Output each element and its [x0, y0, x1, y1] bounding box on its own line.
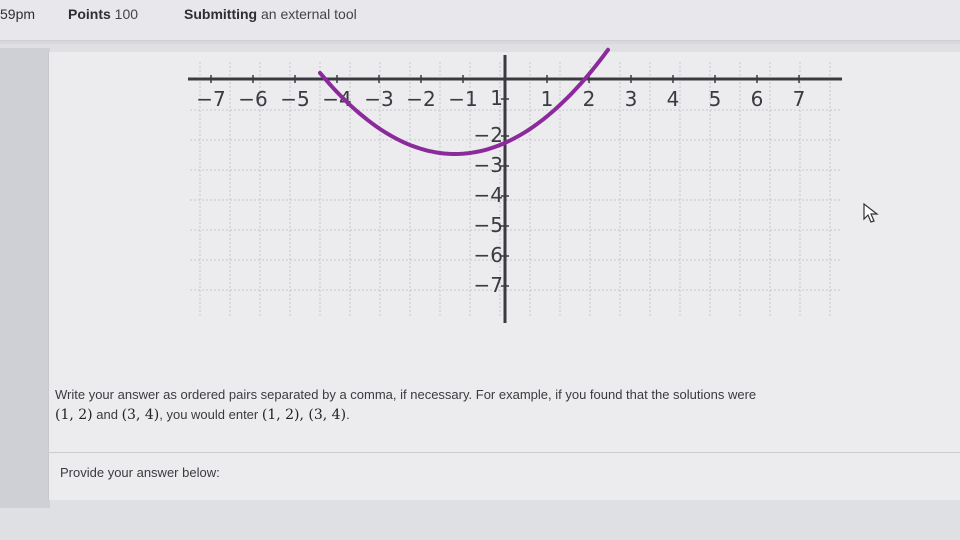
x-tick-label: −3 — [364, 87, 393, 111]
y-tick-label: −7 — [474, 273, 503, 297]
instruction-and: and — [96, 407, 118, 422]
provide-answer-label: Provide your answer below: — [60, 465, 220, 480]
x-tick-label: −5 — [280, 87, 309, 111]
x-tick-label: −7 — [196, 87, 225, 111]
x-tick-label: 4 — [667, 87, 680, 111]
section-divider — [48, 452, 960, 453]
x-tick-label: −1 — [448, 87, 477, 111]
x-tick-label: 7 — [793, 87, 806, 111]
x-tick-label: 2 — [583, 87, 596, 111]
example-pair-1: (1, 2) — [55, 407, 93, 423]
x-tick-label: 3 — [625, 87, 638, 111]
x-tick-label: −2 — [406, 87, 435, 111]
instruction-end: . — [346, 407, 350, 422]
example-pair-2: (3, 4) — [121, 407, 160, 423]
x-tick-label: 1 — [541, 87, 554, 111]
instruction-text: Write your answer as ordered pairs separ… — [55, 387, 757, 402]
x-tick-label: 5 — [709, 87, 722, 111]
coordinate-graph: −7 −6 −5 −4 −3 −2 −1 1 2 3 4 5 6 7 1−2−3−4−5−6−7 — [188, 47, 842, 323]
y-tick-label: 1 — [490, 86, 503, 110]
answer-instructions: Write your answer as ordered pairs separ… — [55, 385, 950, 425]
y-tick-label: −4 — [474, 183, 503, 207]
instruction-mid: , you would enter — [159, 407, 259, 422]
mouse-cursor-icon — [863, 203, 879, 223]
x-tick-label: 6 — [751, 87, 764, 111]
y-tick-label: −6 — [474, 243, 503, 267]
x-tick-label: −6 — [238, 87, 267, 111]
example-answer: (1, 2), (3, 4) — [261, 407, 347, 423]
y-tick-label: −5 — [474, 213, 503, 237]
y-tick-label: −3 — [474, 153, 503, 177]
